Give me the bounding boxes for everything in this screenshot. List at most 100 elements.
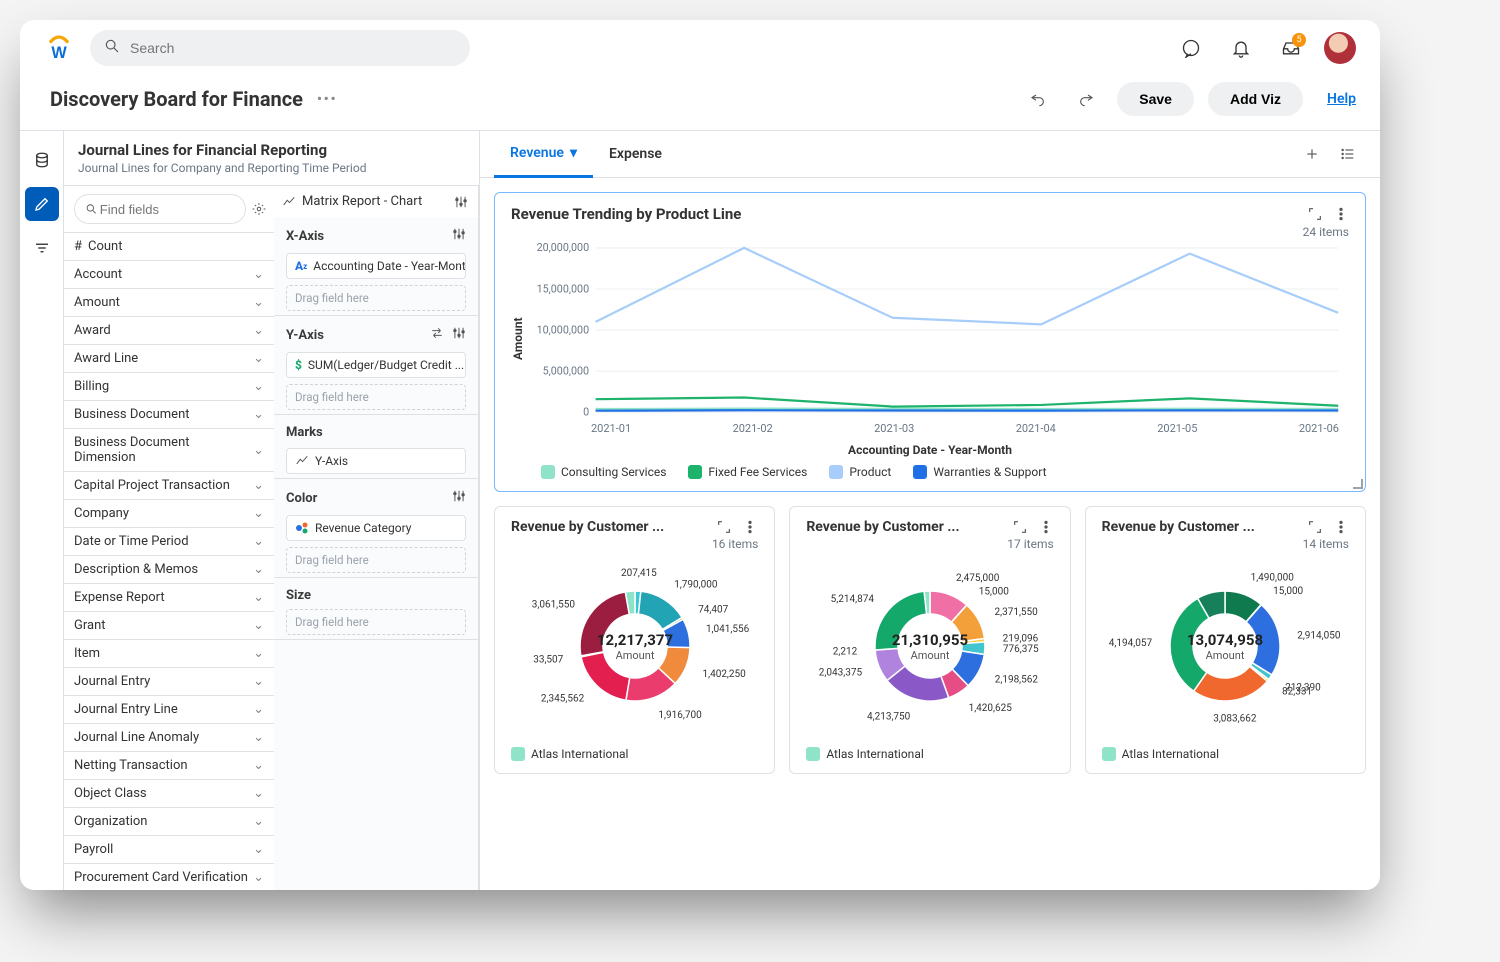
find-fields[interactable] bbox=[74, 194, 246, 224]
more-icon[interactable]: ••• bbox=[317, 92, 337, 107]
color-chip[interactable]: Revenue Category bbox=[286, 515, 466, 541]
yaxis-settings-icon[interactable] bbox=[452, 326, 466, 344]
help-link[interactable]: Help bbox=[1327, 91, 1356, 107]
chevron-down-icon: ⌄ bbox=[253, 562, 264, 577]
card-title: Revenue by Customer ... bbox=[511, 519, 664, 535]
expand-icon[interactable] bbox=[1307, 519, 1323, 535]
field-item[interactable]: Award Line⌄ bbox=[64, 345, 274, 373]
viz-settings-icon[interactable] bbox=[454, 195, 468, 209]
color-drop[interactable]: Drag field here bbox=[286, 547, 466, 573]
field-item[interactable]: Grant⌄ bbox=[64, 612, 274, 640]
field-label: Award bbox=[74, 323, 111, 338]
card-revenue-trending[interactable]: Revenue Trending by Product Line 24 item… bbox=[494, 192, 1366, 492]
marks-chip[interactable]: Y-Axis bbox=[286, 448, 466, 474]
field-item[interactable]: Payroll⌄ bbox=[64, 836, 274, 864]
legend-item[interactable]: Consulting Services bbox=[541, 465, 666, 479]
field-item[interactable]: Company⌄ bbox=[64, 500, 274, 528]
rail-data-icon[interactable] bbox=[25, 143, 59, 177]
legend-item[interactable]: Fixed Fee Services bbox=[688, 465, 807, 479]
legend-item[interactable]: Product bbox=[829, 465, 891, 479]
svg-text:1,420,625: 1,420,625 bbox=[969, 703, 1013, 714]
card-revenue-by-customer[interactable]: Revenue by Customer ...16 items207,4151,… bbox=[494, 506, 775, 774]
field-item[interactable]: Business Document ⌄ bbox=[64, 401, 274, 429]
field-item[interactable]: Journal Entry Line⌄ bbox=[64, 696, 274, 724]
field-label: Account bbox=[74, 267, 122, 282]
field-item[interactable]: Netting Transaction⌄ bbox=[64, 752, 274, 780]
add-viz-button[interactable]: Add Viz bbox=[1208, 82, 1303, 116]
card-menu-icon[interactable] bbox=[1038, 519, 1054, 535]
card-menu-icon[interactable] bbox=[742, 519, 758, 535]
color-settings-icon[interactable] bbox=[452, 489, 466, 507]
rail-edit-icon[interactable] bbox=[25, 187, 59, 221]
chevron-down-icon: ⌄ bbox=[253, 786, 264, 801]
legend-item[interactable]: Atlas International bbox=[806, 747, 1053, 761]
inbox-icon[interactable]: 5 bbox=[1274, 31, 1308, 65]
find-fields-input[interactable] bbox=[98, 201, 235, 218]
global-search[interactable] bbox=[90, 30, 470, 66]
field-item[interactable]: Amount⌄ bbox=[64, 289, 274, 317]
svg-text:2,371,550: 2,371,550 bbox=[994, 607, 1038, 618]
rail-filter-icon[interactable] bbox=[25, 231, 59, 265]
card-revenue-by-customer[interactable]: Revenue by Customer ...14 items1,490,000… bbox=[1085, 506, 1366, 774]
resize-handle[interactable] bbox=[1353, 479, 1363, 489]
field-item[interactable]: Award⌄ bbox=[64, 317, 274, 345]
field-item[interactable]: Object Class⌄ bbox=[64, 780, 274, 808]
chevron-down-icon: ⌄ bbox=[253, 407, 264, 422]
legend-item[interactable]: Atlas International bbox=[511, 747, 758, 761]
chevron-down-icon: ⌄ bbox=[253, 758, 264, 773]
chip-label: Revenue Category bbox=[315, 521, 411, 535]
chat-icon[interactable] bbox=[1174, 31, 1208, 65]
chevron-down-icon: ⌄ bbox=[253, 443, 264, 458]
chip-label: Y-Axis bbox=[315, 454, 348, 468]
viz-type-selector[interactable]: Matrix Report - Chart bbox=[282, 194, 422, 209]
field-item[interactable]: Billing⌄ bbox=[64, 373, 274, 401]
field-item[interactable]: Date or Time Period⌄ bbox=[64, 528, 274, 556]
search-icon bbox=[85, 202, 98, 216]
tab-revenue[interactable]: Revenue ▾ bbox=[494, 131, 593, 178]
yaxis-drop[interactable]: Drag field here bbox=[286, 384, 466, 410]
xaxis-drop[interactable]: Drag field here bbox=[286, 285, 466, 311]
field-count[interactable]: # Count bbox=[64, 233, 274, 261]
yaxis-swap-icon[interactable] bbox=[430, 326, 444, 344]
field-item[interactable]: Journal Line Anomaly⌄ bbox=[64, 724, 274, 752]
save-button[interactable]: Save bbox=[1117, 82, 1194, 116]
xaxis-settings-icon[interactable] bbox=[452, 227, 466, 245]
expand-icon[interactable] bbox=[1307, 206, 1323, 222]
undo-icon[interactable] bbox=[1021, 82, 1055, 116]
list-icon[interactable] bbox=[1330, 146, 1366, 162]
add-tab-icon[interactable] bbox=[1294, 146, 1330, 162]
fields-settings-icon[interactable] bbox=[252, 202, 266, 216]
legend-item[interactable]: Warranties & Support bbox=[913, 465, 1046, 479]
svg-text:1,402,250: 1,402,250 bbox=[702, 669, 746, 680]
avatar[interactable] bbox=[1324, 32, 1356, 64]
chip-label: Accounting Date - Year-Month bbox=[313, 259, 466, 273]
field-item[interactable]: Account⌄ bbox=[64, 261, 274, 289]
search-input[interactable] bbox=[128, 39, 456, 57]
expand-icon[interactable] bbox=[1012, 519, 1028, 535]
field-item[interactable]: Journal Entry⌄ bbox=[64, 668, 274, 696]
field-item[interactable]: Procurement Card Verification⌄ bbox=[64, 864, 274, 890]
size-drop[interactable]: Drag field here bbox=[286, 609, 466, 635]
svg-text:2,914,050: 2,914,050 bbox=[1298, 630, 1342, 641]
redo-icon[interactable] bbox=[1069, 82, 1103, 116]
field-item[interactable]: Expense Report⌄ bbox=[64, 584, 274, 612]
yaxis-chip[interactable]: $SUM(Ledger/Budget Credit ... bbox=[286, 352, 466, 378]
notifications-icon[interactable] bbox=[1224, 31, 1258, 65]
svg-text:1,041,556: 1,041,556 bbox=[706, 624, 750, 635]
tab-expense[interactable]: Expense bbox=[593, 132, 678, 176]
field-item[interactable]: Item⌄ bbox=[64, 640, 274, 668]
item-count: 14 items bbox=[1102, 537, 1349, 551]
yaxis-label: Y-Axis bbox=[286, 328, 324, 343]
field-label: Business Document bbox=[74, 407, 190, 422]
field-item[interactable]: Business Document Dimension⌄ bbox=[64, 429, 274, 472]
card-menu-icon[interactable] bbox=[1333, 206, 1349, 222]
legend-item[interactable]: Atlas International bbox=[1102, 747, 1349, 761]
field-label: Journal Entry bbox=[74, 674, 150, 689]
expand-icon[interactable] bbox=[716, 519, 732, 535]
card-revenue-by-customer[interactable]: Revenue by Customer ...17 items2,475,000… bbox=[789, 506, 1070, 774]
xaxis-chip[interactable]: AzAccounting Date - Year-Month bbox=[286, 253, 466, 279]
card-menu-icon[interactable] bbox=[1333, 519, 1349, 535]
field-item[interactable]: Capital Project Transaction⌄ bbox=[64, 472, 274, 500]
field-item[interactable]: Organization⌄ bbox=[64, 808, 274, 836]
field-item[interactable]: Description & Memos⌄ bbox=[64, 556, 274, 584]
